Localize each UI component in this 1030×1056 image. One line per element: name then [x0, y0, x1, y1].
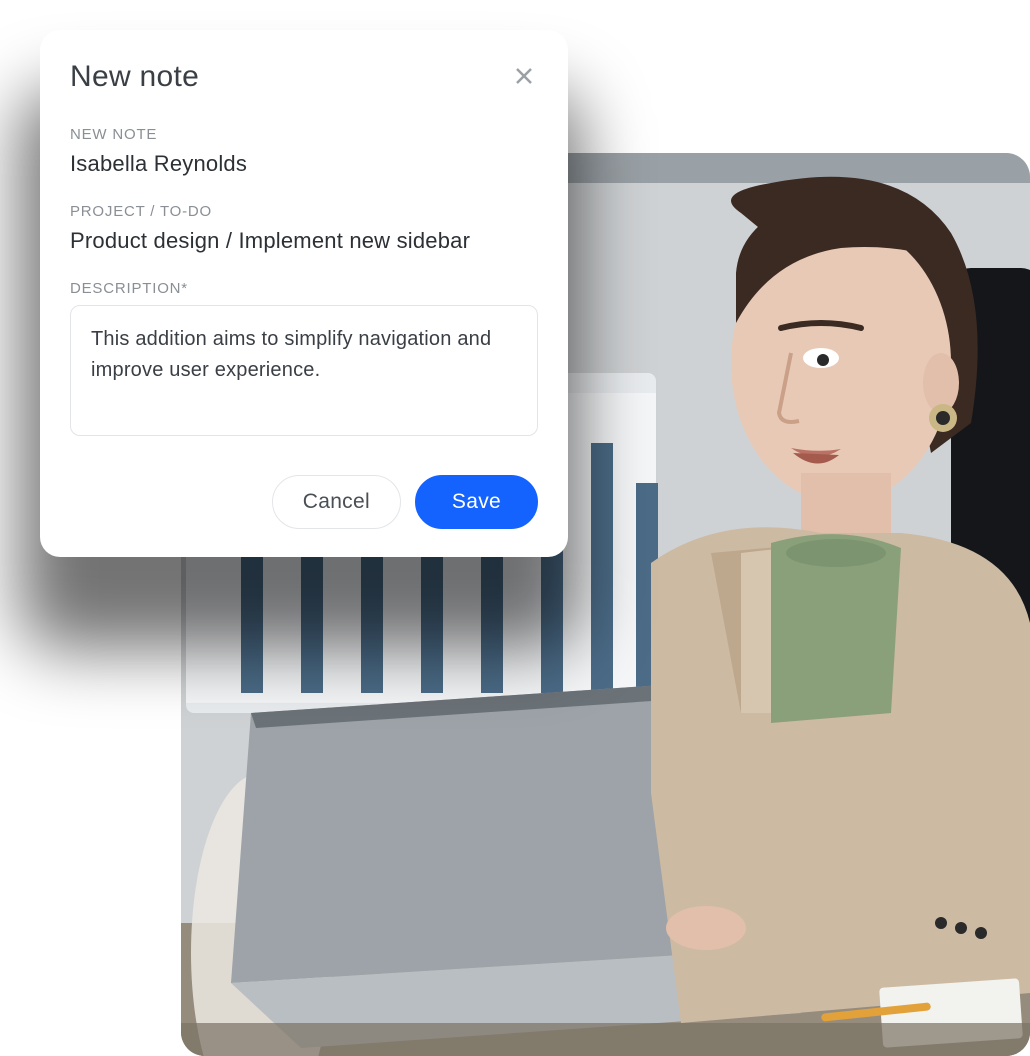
field-label-project: PROJECT / TO-DO [70, 203, 538, 220]
cancel-button[interactable]: Cancel [272, 475, 401, 529]
new-note-modal: New note NEW NOTE Isabella Reynolds PROJ… [40, 30, 568, 557]
close-button[interactable] [510, 63, 538, 91]
field-value-project: Product design / Implement new sidebar [70, 228, 538, 254]
modal-title: New note [70, 60, 199, 94]
field-value-author: Isabella Reynolds [70, 151, 538, 177]
field-label-description: DESCRIPTION* [70, 280, 538, 297]
field-note-author: NEW NOTE Isabella Reynolds [70, 126, 538, 177]
field-project-todo: PROJECT / TO-DO Product design / Impleme… [70, 203, 538, 254]
modal-actions: Cancel Save [70, 475, 538, 529]
modal-header: New note [70, 60, 538, 94]
field-description: DESCRIPTION* [70, 280, 538, 441]
save-button[interactable]: Save [415, 475, 538, 529]
description-textarea[interactable] [70, 305, 538, 436]
field-label-new-note: NEW NOTE [70, 126, 538, 143]
close-icon [514, 66, 534, 89]
